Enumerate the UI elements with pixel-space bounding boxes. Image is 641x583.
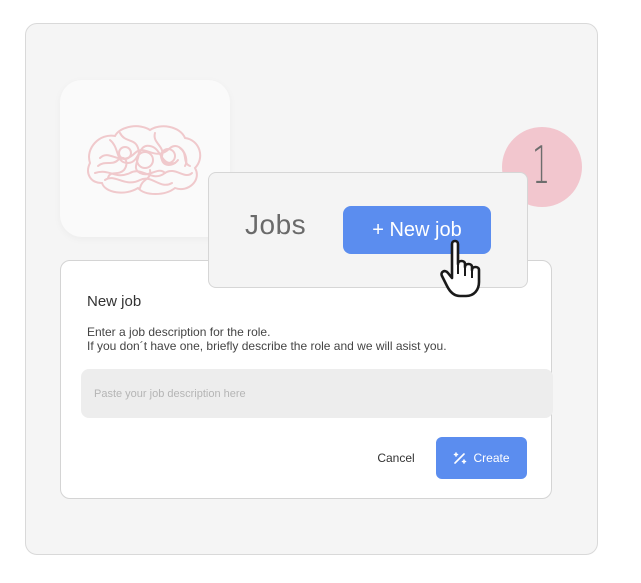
job-description-input[interactable] (81, 369, 553, 418)
brain-icon (87, 125, 202, 195)
cancel-button[interactable]: Cancel (361, 437, 431, 479)
dialog-description-line-1: Enter a job description for the role. (87, 325, 271, 339)
dialog-description-line-2: If you don´t have one, briefly describe … (87, 339, 447, 353)
create-button[interactable]: Create (436, 437, 527, 479)
create-button-label: Create (473, 451, 510, 465)
logo-tile (60, 80, 230, 237)
dialog-title: New job (87, 293, 142, 310)
jobs-title: Jobs (245, 209, 307, 240)
hand-pointer-icon (440, 239, 481, 298)
dialog-description: Enter a job description for the role. If… (87, 325, 447, 353)
magic-wand-icon (454, 452, 467, 464)
step-number: 1 (532, 136, 551, 196)
